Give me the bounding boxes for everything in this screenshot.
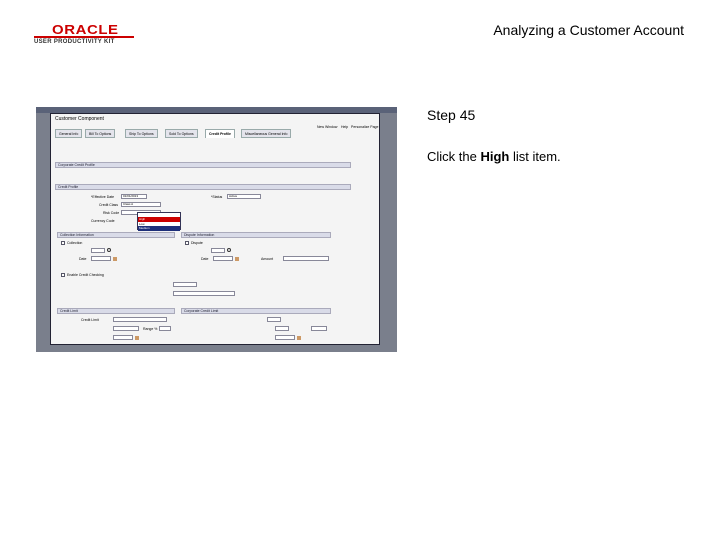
tab-credit-profile[interactable]: Credit Profile	[205, 129, 235, 138]
search-icon[interactable]	[107, 248, 111, 252]
collection-date-label: Date	[79, 257, 87, 261]
calendar-icon[interactable]	[235, 257, 239, 261]
customer-component-window: Customer Component New Window Help Perso…	[50, 113, 380, 345]
credit-limit-label: Credit Limit	[81, 318, 99, 322]
window-title: Customer Component	[55, 116, 104, 122]
collection-label: Collection	[67, 241, 83, 245]
oracle-logo-subtitle: USER PRODUCTIVITY KIT	[34, 39, 115, 45]
credit-limit-input[interactable]	[113, 317, 167, 322]
status-select[interactable]: Active	[227, 194, 261, 199]
tab-sold-to[interactable]: Sold To Options	[165, 129, 198, 138]
dispute-amount-label: Amount	[261, 257, 274, 261]
tab-bar: General Info Bill To Options Ship To Opt…	[55, 129, 375, 138]
section-credit-profile: Credit Profile	[55, 184, 351, 190]
tab-ship-to[interactable]: Ship To Options	[125, 129, 158, 138]
range-label: Range %	[143, 327, 158, 331]
dispute-date-label: Date	[201, 257, 209, 261]
calendar-icon[interactable]	[113, 257, 117, 261]
collection-checkbox[interactable]	[61, 241, 65, 245]
max-order-amount-input[interactable]	[173, 291, 235, 296]
credit-class-select[interactable]: Class A	[121, 202, 161, 207]
credit-limit-review-input[interactable]	[173, 282, 197, 287]
range-input[interactable]	[159, 326, 171, 331]
oracle-logo: ORACLE USER PRODUCTIVITY KIT	[34, 22, 134, 48]
section-corporate-credit-limit: Corporate Credit Limit	[181, 308, 331, 314]
corp-over-limit-input[interactable]	[275, 326, 289, 331]
corp-range-input[interactable]	[311, 326, 327, 331]
section-dispute: Dispute Information	[181, 232, 331, 238]
application-screenshot: Customer Component New Window Help Perso…	[36, 107, 397, 352]
corp-credit-limit-date-input[interactable]	[275, 335, 295, 340]
effective-date-label: *Effective Date	[91, 195, 115, 199]
instruction-suffix: list item.	[509, 149, 561, 164]
calendar-icon[interactable]	[135, 336, 139, 340]
tab-general-info[interactable]: General Info	[55, 129, 83, 138]
section-corporate-credit: Corporate Credit Profile	[55, 162, 351, 168]
section-credit-limit: Credit Limit	[57, 308, 175, 314]
dispute-status-input[interactable]	[211, 248, 225, 253]
risk-code-label: Risk Code	[103, 211, 120, 215]
dropdown-option-medium[interactable]: Medium	[138, 226, 180, 231]
dispute-date-input[interactable]	[213, 256, 233, 261]
credit-limit-date-input[interactable]	[113, 335, 133, 340]
dispute-amount-input[interactable]	[283, 256, 329, 261]
instruction-prefix: Click the	[427, 149, 481, 164]
search-icon[interactable]	[227, 248, 231, 252]
oracle-logo-text: ORACLE	[52, 22, 119, 37]
enable-credit-checking-label: Enable Credit Checking	[67, 273, 104, 277]
status-label: *Status	[211, 195, 223, 199]
oracle-logo-line	[34, 36, 134, 38]
currency-code-label: Currency Code	[91, 219, 115, 223]
step-instruction: Click the High list item.	[427, 149, 561, 164]
over-limit-input[interactable]	[113, 326, 139, 331]
collection-date-input[interactable]	[91, 256, 111, 261]
instruction-target: High	[480, 149, 510, 164]
tab-misc-general[interactable]: Miscellaneous General Info	[241, 129, 292, 138]
step-label: Step 45	[427, 107, 476, 123]
corp-credit-limit-input[interactable]	[267, 317, 281, 322]
risk-code-dropdown-list: High Low Medium	[137, 212, 181, 231]
tab-bill-to[interactable]: Bill To Options	[85, 129, 116, 138]
enable-credit-checking-checkbox[interactable]	[61, 273, 65, 277]
dispute-label: Dispute	[191, 241, 203, 245]
slide-title: Analyzing a Customer Account	[493, 22, 684, 38]
section-collection: Collection Information	[57, 232, 175, 238]
dispute-checkbox[interactable]	[185, 241, 189, 245]
calendar-icon[interactable]	[297, 336, 301, 340]
effective-date-input[interactable]: 01/01/2013	[121, 194, 147, 199]
credit-class-label: Credit Class	[99, 203, 119, 207]
collection-status-input[interactable]	[91, 248, 105, 253]
